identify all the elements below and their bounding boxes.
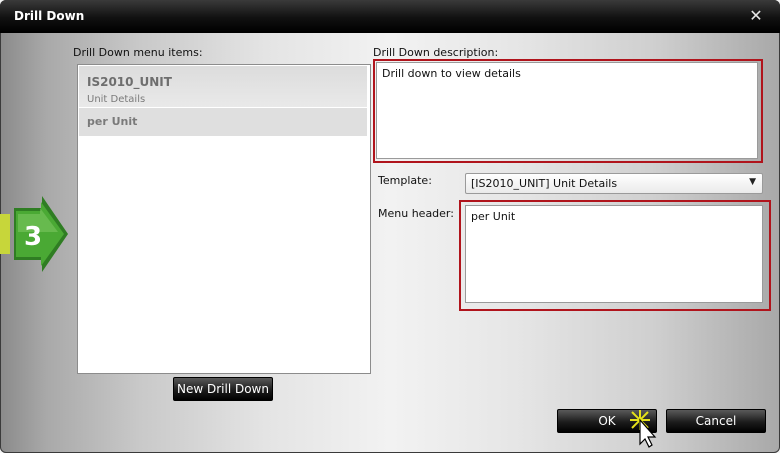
green-arrow-step-icon: 3 bbox=[0, 196, 68, 272]
list-item-selected[interactable]: IS2010_UNIT Unit Details bbox=[79, 66, 367, 107]
close-icon[interactable]: ✕ bbox=[746, 6, 766, 26]
dialog-title: Drill Down bbox=[14, 9, 85, 23]
step-number: 3 bbox=[24, 222, 42, 252]
new-drill-down-button[interactable]: New Drill Down bbox=[173, 377, 273, 401]
chevron-down-icon: ▼ bbox=[749, 177, 756, 187]
dialog-titlebar[interactable]: Drill Down ✕ bbox=[0, 0, 780, 33]
template-selected-value: [IS2010_UNIT] Unit Details bbox=[471, 177, 618, 190]
cancel-button[interactable]: Cancel bbox=[666, 409, 766, 433]
highlight-box bbox=[373, 59, 763, 163]
list-item-subtitle: Unit Details bbox=[87, 94, 146, 105]
drill-down-dialog: Drill Down ✕ Drill Down menu items: IS20… bbox=[0, 0, 780, 453]
list-item-title: IS2010_UNIT bbox=[87, 75, 172, 89]
menu-items-label: Drill Down menu items: bbox=[73, 46, 203, 59]
template-select[interactable]: [IS2010_UNIT] Unit Details ▼ bbox=[465, 173, 763, 194]
list-item-title: per Unit bbox=[87, 115, 138, 128]
menu-items-list[interactable]: IS2010_UNIT Unit Details per Unit bbox=[77, 64, 371, 374]
menu-header-label: Menu header: bbox=[378, 207, 454, 220]
description-label: Drill Down description: bbox=[373, 46, 499, 59]
mouse-cursor-icon bbox=[630, 410, 657, 448]
template-label: Template: bbox=[378, 174, 432, 187]
highlight-box bbox=[459, 200, 771, 311]
list-item[interactable]: per Unit bbox=[79, 108, 367, 136]
